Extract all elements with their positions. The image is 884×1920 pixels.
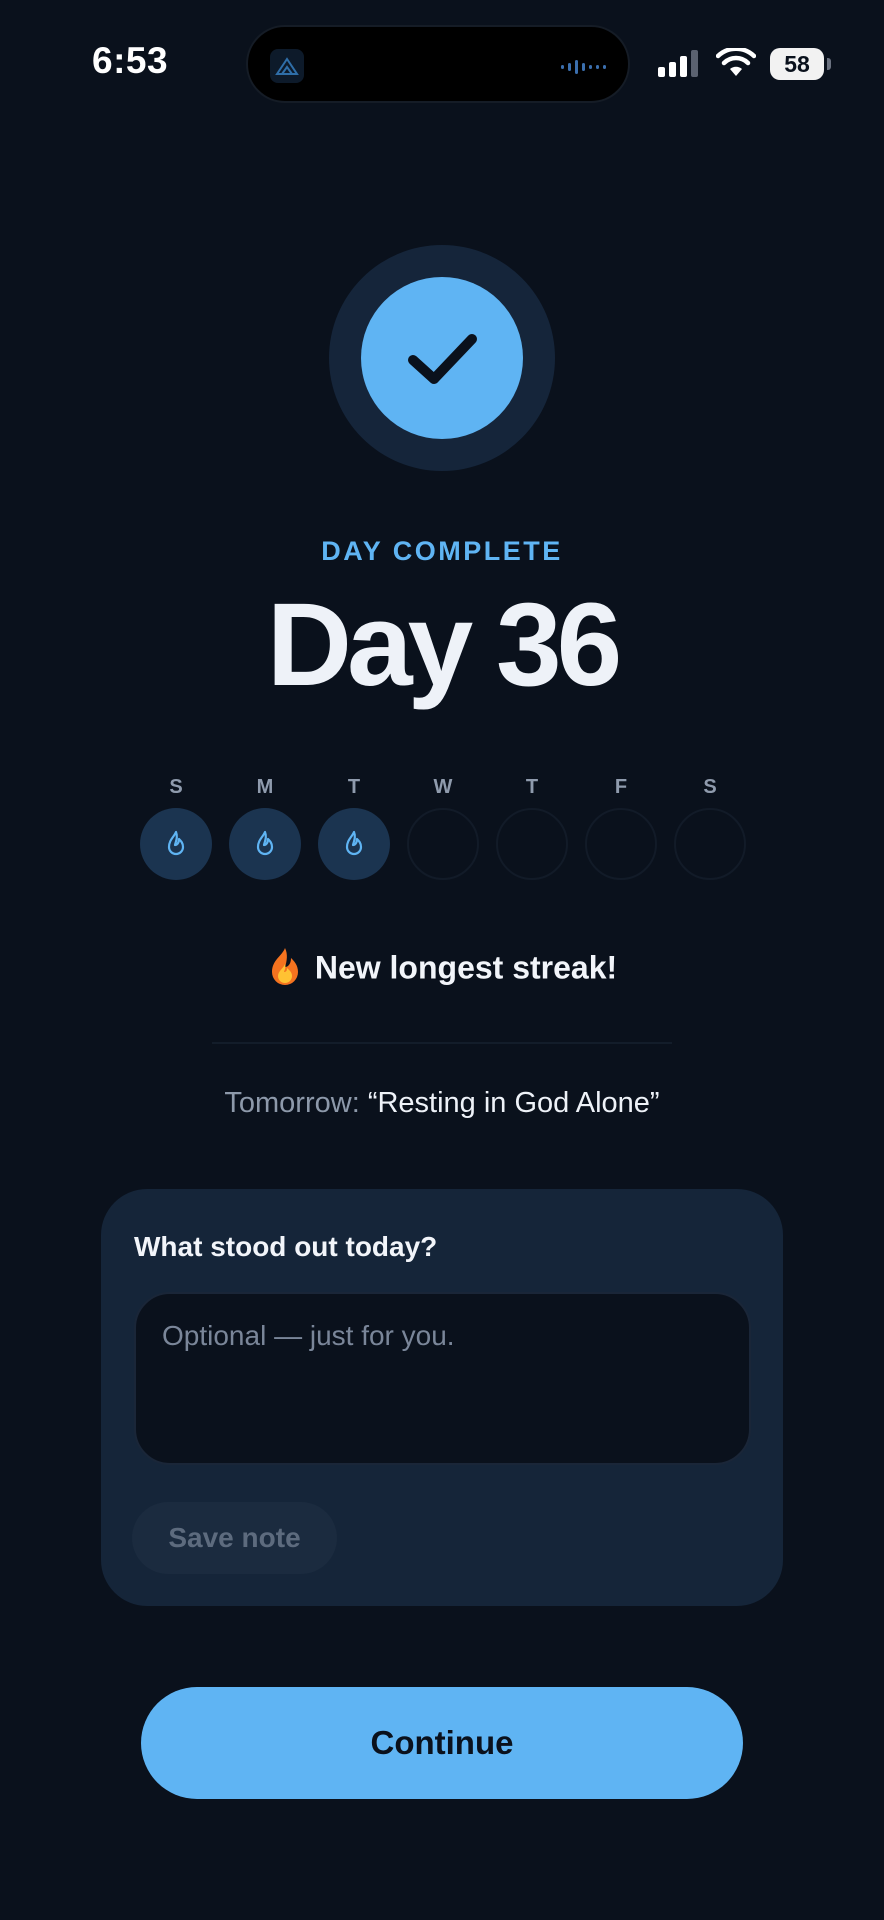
day-dot-empty <box>674 808 746 880</box>
continue-button[interactable]: Continue <box>141 1687 743 1799</box>
day-letter: S <box>169 776 183 798</box>
completion-badge <box>361 277 523 439</box>
battery-tip <box>827 58 831 70</box>
day-monday: M <box>229 776 301 880</box>
flame-icon <box>167 830 185 856</box>
flame-icon <box>256 830 274 856</box>
day-wednesday: W <box>407 776 479 880</box>
battery-indicator: 58 <box>770 48 824 80</box>
reflection-note-input[interactable] <box>134 1292 751 1465</box>
day-letter: T <box>347 776 361 798</box>
day-letter: T <box>525 776 539 798</box>
audio-wave-icon <box>561 60 606 74</box>
app-activity-icon <box>270 49 304 83</box>
wifi-icon <box>715 46 757 83</box>
reflection-question: What stood out today? <box>134 1231 438 1262</box>
status-time: 6:53 <box>92 40 169 81</box>
day-letter: F <box>614 776 628 798</box>
day-saturday: S <box>674 776 746 880</box>
day-complete-label: DAY COMPLETE <box>321 536 563 566</box>
day-letter: S <box>703 776 717 798</box>
day-tuesday: T <box>318 776 390 880</box>
day-thursday: T <box>496 776 568 880</box>
day-letter: M <box>256 776 274 798</box>
checkmark-icon <box>408 334 477 384</box>
day-dot-done <box>318 808 390 880</box>
divider <box>212 1042 672 1044</box>
streak-text: New longest streak! <box>314 949 618 986</box>
day-title: Day 36 <box>266 579 623 711</box>
week-streak-row: S M T W T F S <box>140 776 746 880</box>
reflection-card: What stood out today? Save note <box>101 1189 783 1606</box>
day-dot-empty <box>496 808 568 880</box>
day-dot-empty <box>407 808 479 880</box>
dynamic-island[interactable] <box>246 25 630 103</box>
tomorrow-title: “Resting in God Alone” <box>367 1087 660 1119</box>
day-dot-done <box>140 808 212 880</box>
flame-icon <box>345 830 363 856</box>
tomorrow-preview: Tomorrow: “Resting in God Alone” <box>0 1087 884 1120</box>
day-dot-done <box>229 808 301 880</box>
save-note-button[interactable]: Save note <box>132 1502 337 1574</box>
day-letter: W <box>433 776 453 798</box>
day-friday: F <box>585 776 657 880</box>
day-sunday: S <box>140 776 212 880</box>
fire-icon <box>267 946 303 994</box>
tomorrow-prefix: Tomorrow: <box>224 1087 360 1119</box>
cellular-signal-icon <box>658 50 698 77</box>
day-dot-empty <box>585 808 657 880</box>
streak-message: New longest streak! <box>0 946 884 994</box>
